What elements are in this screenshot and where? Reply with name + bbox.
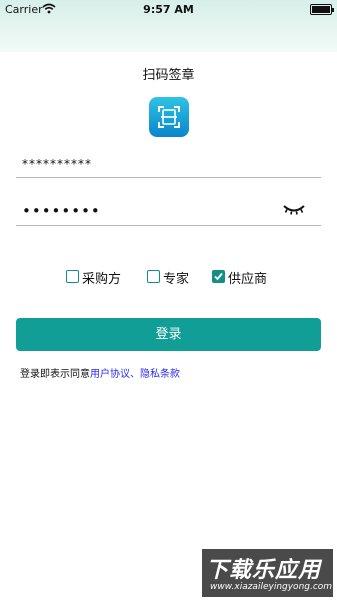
watermark-sub: www.xiazaileyingyong.com <box>210 582 333 592</box>
battery-icon <box>310 4 334 15</box>
scan-document-icon <box>149 97 189 137</box>
eye-closed-icon[interactable] <box>283 202 305 221</box>
agreement-link[interactable]: 用户协议、隐私条款 <box>90 369 180 380</box>
checkbox-checked-icon[interactable] <box>212 270 225 283</box>
password-field[interactable]: •••••••• <box>16 196 321 226</box>
clock-label: 9:57 AM <box>143 3 194 16</box>
role-label: 供应商 <box>228 272 268 287</box>
agreement-text: 登录即表示同意用户协议、隐私条款 <box>20 365 180 380</box>
page-title: 扫码签章 <box>142 68 195 83</box>
agreement-prefix: 登录即表示同意 <box>20 369 90 380</box>
watermark-main: 下载乐应用 <box>206 558 322 583</box>
username-field[interactable]: ********** <box>16 148 321 178</box>
login-button[interactable]: 登录 <box>16 318 321 351</box>
checkbox-icon[interactable] <box>147 270 160 283</box>
username-value: ********** <box>22 157 92 171</box>
status-row: Carrier 9:57 AM <box>0 0 337 20</box>
password-value: •••••••• <box>22 202 101 220</box>
role-selector: 采购方 专家 供应商 <box>0 267 337 287</box>
watermark: 下载乐应用 www.xiazaileyingyong.com <box>202 549 333 597</box>
checkbox-icon[interactable] <box>66 270 79 283</box>
role-label: 采购方 <box>82 272 122 287</box>
status-bar: Carrier 9:57 AM <box>0 0 337 52</box>
role-label: 专家 <box>163 272 190 287</box>
